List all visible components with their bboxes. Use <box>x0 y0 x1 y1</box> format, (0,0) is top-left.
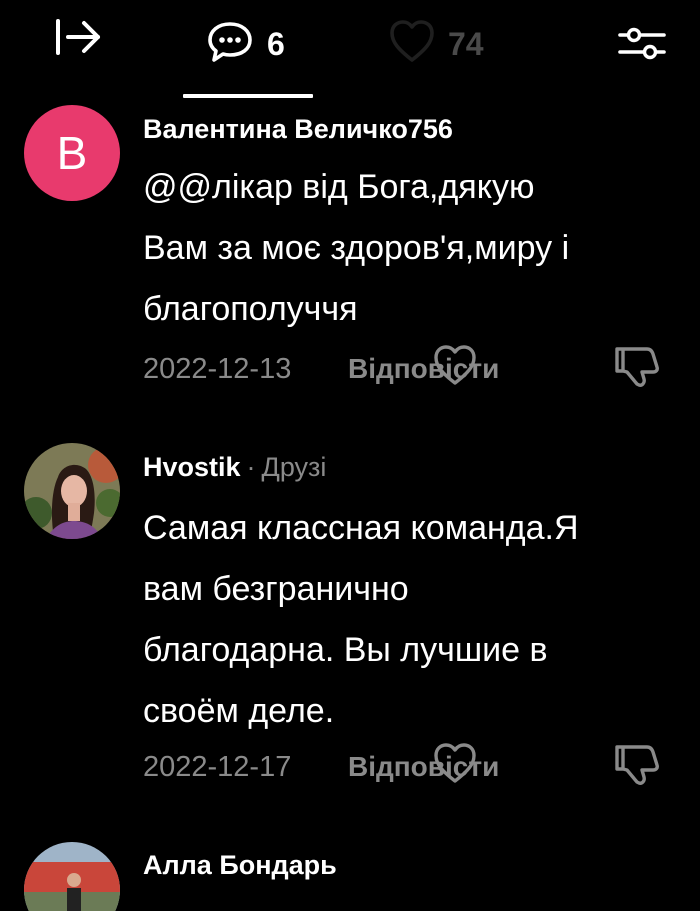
avatar[interactable] <box>24 842 120 911</box>
comments-count: 6 <box>267 26 285 62</box>
comment-text-line: своём деле. <box>143 692 335 730</box>
avatar-photo <box>24 842 120 911</box>
comment-text: @@лікар від Бога,дякую Вам за моє здоров… <box>143 157 673 340</box>
comment-item: Hvostik · Друзі Самая классная команда.Я в… <box>0 430 700 820</box>
comments-header: 6 74 <box>0 0 700 100</box>
author-name: Валентина Величко756 <box>143 114 453 144</box>
collapse-right-icon[interactable] <box>48 14 108 60</box>
tab-comments[interactable]: 6 <box>183 10 313 100</box>
tab-likes[interactable]: 74 <box>380 10 510 70</box>
friends-badge: Друзі <box>261 452 327 482</box>
comment-item: В Валентина Величко756 @@лікар від Бога,… <box>0 100 700 430</box>
comment-text-line: Вам за моє здоров'я,миру і <box>143 229 570 267</box>
comment-text-line: благополуччя <box>143 290 358 328</box>
comment-date: 2022-12-13 <box>143 353 292 385</box>
sliders-icon[interactable] <box>612 18 672 68</box>
comment-text-line: вам безгранично <box>143 570 409 608</box>
author-name: Алла Бондарь <box>143 850 337 880</box>
comment-author[interactable]: Hvostik · Друзі <box>143 452 326 483</box>
heart-icon <box>388 18 436 69</box>
likes-count: 74 <box>448 26 484 62</box>
comment-item: Алла Бондарь <box>0 830 700 911</box>
avatar-initial: В <box>56 127 88 179</box>
comment-text-line: @@лікар від Бога,дякую <box>143 168 535 206</box>
avatar[interactable] <box>24 443 120 539</box>
active-tab-indicator <box>183 94 313 98</box>
heart-icon[interactable] <box>431 343 479 392</box>
comment-meta: 2022-12-13 Відповісти <box>143 345 673 395</box>
thumbs-down-icon[interactable] <box>613 743 661 792</box>
comment-author[interactable]: Алла Бондарь <box>143 850 337 881</box>
avatar-photo <box>24 443 120 539</box>
heart-icon[interactable] <box>431 741 479 790</box>
author-name: Hvostik <box>143 452 241 482</box>
comment-text-line: благодарна. Вы лучшие в <box>143 631 548 669</box>
avatar[interactable]: В <box>24 105 120 201</box>
comment-author[interactable]: Валентина Величко756 <box>143 114 453 145</box>
thumbs-down-icon[interactable] <box>613 345 661 394</box>
comment-text: Самая классная команда.Я вам безгранично… <box>143 498 673 742</box>
comment-meta: 2022-12-17 Відповісти <box>143 743 673 793</box>
comment-text-line: Самая классная команда.Я <box>143 509 579 547</box>
chat-bubble-icon <box>205 20 255 71</box>
author-separator: · <box>246 452 256 482</box>
comment-date: 2022-12-17 <box>143 751 292 783</box>
